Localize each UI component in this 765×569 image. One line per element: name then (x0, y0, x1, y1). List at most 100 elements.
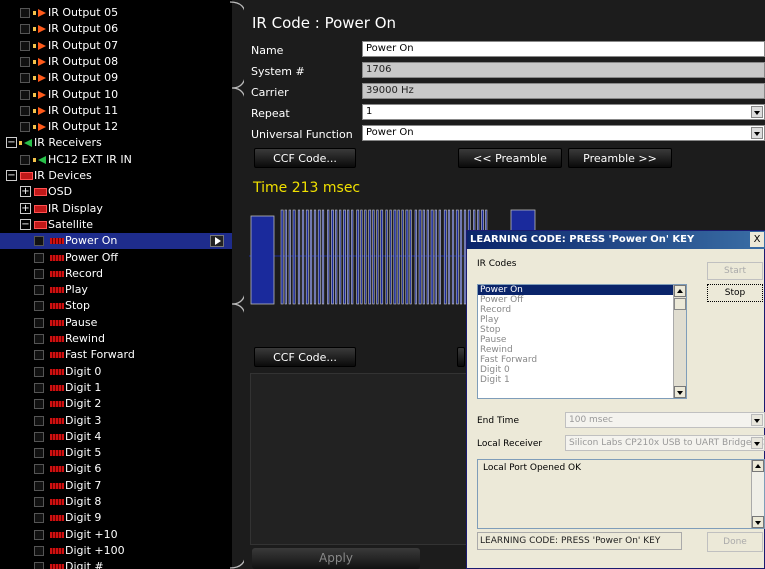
tree-item[interactable]: − IR Receivers (0, 135, 232, 151)
checkbox[interactable] (34, 236, 44, 247)
tree-item[interactable]: Digit 2 (0, 396, 232, 412)
checkbox[interactable] (20, 105, 30, 116)
universal-function-select[interactable]: Power On (362, 125, 765, 141)
tree-item[interactable]: Stop (0, 298, 232, 314)
checkbox[interactable] (34, 317, 44, 328)
ir-code-list-item[interactable]: Pause (478, 335, 686, 345)
chevron-down-icon[interactable] (751, 414, 763, 426)
tree-item[interactable]: Digit +100 (0, 543, 232, 559)
tree-item[interactable]: − IR Devices (0, 168, 232, 184)
ir-code-list-item[interactable]: Digit 1 (478, 375, 686, 385)
tree-item[interactable]: Digit 8 (0, 494, 232, 510)
checkbox[interactable] (34, 285, 44, 296)
tree-item[interactable]: Power On (0, 233, 232, 250)
ir-code-list-item[interactable]: Power On (478, 285, 686, 295)
name-field[interactable]: Power On (362, 41, 765, 57)
repeat-select[interactable]: 1 (362, 104, 765, 120)
scroll-down-icon[interactable] (674, 386, 686, 398)
checkbox[interactable] (34, 480, 44, 491)
ccf-code-button-2[interactable]: CCF Code... (254, 347, 356, 367)
tree-item[interactable]: + IR Display (0, 201, 232, 217)
ir-code-list-item[interactable]: Play (478, 315, 686, 325)
end-time-select[interactable]: 100 msec (565, 412, 765, 428)
tree-item[interactable]: IR Output 10 (0, 87, 232, 103)
ir-code-list-item[interactable]: Fast Forward (478, 355, 686, 365)
preamble-prev-button-2[interactable] (457, 347, 465, 367)
tree-item[interactable]: IR Output 09 (0, 70, 232, 86)
chevron-down-icon[interactable] (751, 437, 763, 449)
checkbox[interactable] (34, 464, 44, 475)
collapse-icon[interactable]: − (6, 170, 17, 181)
tree-item[interactable]: Play (0, 282, 232, 298)
tree-item[interactable]: IR Output 06 (0, 21, 232, 37)
checkbox[interactable] (34, 513, 44, 524)
checkbox[interactable] (34, 545, 44, 556)
collapse-icon[interactable]: − (20, 218, 31, 230)
tree-item[interactable]: Digit 9 (0, 510, 232, 526)
checkbox[interactable] (34, 529, 44, 540)
checkbox[interactable] (20, 24, 30, 35)
tree-item[interactable]: IR Output 08 (0, 54, 232, 70)
tree-item[interactable]: + OSD (0, 184, 232, 200)
message-scrollbar[interactable] (751, 460, 764, 528)
tree-item[interactable]: IR Output 11 (0, 103, 232, 119)
tree-item[interactable]: Digit 6 (0, 461, 232, 477)
checkbox[interactable] (34, 366, 44, 377)
device-tree[interactable]: IR Output 05 IR Output 06 IR Output 07 IR O… (0, 0, 232, 569)
checkbox[interactable] (34, 382, 44, 393)
tree-item[interactable]: Power Off (0, 250, 232, 266)
preamble-prev-button[interactable]: << Preamble (458, 148, 562, 168)
checkbox[interactable] (20, 8, 30, 18)
ir-codes-list[interactable]: Power On Power Off Record Play Stop Pause Rewi… (477, 284, 687, 399)
tree-item[interactable]: − Satellite (0, 217, 232, 233)
scroll-up-icon[interactable] (674, 285, 686, 297)
checkbox[interactable] (34, 350, 44, 361)
local-receiver-select[interactable]: Silicon Labs CP210x USB to UART Bridge (… (565, 435, 765, 451)
ccf-code-button[interactable]: CCF Code... (254, 148, 356, 168)
scroll-up-icon[interactable] (752, 460, 764, 472)
checkbox[interactable] (34, 301, 44, 312)
checkbox[interactable] (34, 268, 44, 279)
tree-item[interactable]: Digit 7 (0, 478, 232, 494)
expand-icon[interactable]: + (20, 186, 31, 198)
tree-item[interactable]: Digit +10 (0, 527, 232, 543)
chevron-down-icon[interactable] (751, 127, 763, 139)
tree-item[interactable]: IR Output 07 (0, 38, 232, 54)
start-button[interactable]: Start (707, 262, 763, 280)
checkbox[interactable] (20, 73, 30, 84)
checkbox[interactable] (34, 448, 44, 459)
checkbox[interactable] (20, 89, 30, 100)
checkbox[interactable] (34, 399, 44, 410)
expand-icon[interactable]: + (20, 202, 31, 214)
play-icon[interactable] (210, 235, 224, 248)
checkbox[interactable] (20, 154, 30, 165)
checkbox[interactable] (34, 334, 44, 344)
checkbox[interactable] (34, 252, 44, 263)
apply-button[interactable]: Apply (252, 548, 420, 569)
tree-item[interactable]: Fast Forward (0, 347, 232, 363)
scrollbar[interactable] (673, 285, 686, 398)
tree-item[interactable]: IR Output 12 (0, 119, 232, 135)
tree-item[interactable]: Digit 0 (0, 364, 232, 380)
tree-item[interactable]: Digit # (0, 559, 232, 569)
ir-code-list-item[interactable]: Rewind (478, 345, 686, 355)
tree-item[interactable]: IR Output 05 (0, 5, 232, 21)
checkbox[interactable] (20, 56, 30, 67)
ir-code-list-item[interactable]: Stop (478, 325, 686, 335)
checkbox[interactable] (34, 562, 44, 569)
tree-item[interactable]: Pause (0, 315, 232, 331)
scroll-down-icon[interactable] (752, 516, 764, 528)
tree-item[interactable]: Digit 4 (0, 429, 232, 445)
tree-item[interactable]: Rewind (0, 331, 232, 347)
checkbox[interactable] (34, 415, 44, 426)
checkbox[interactable] (20, 40, 30, 51)
checkbox[interactable] (34, 431, 44, 442)
checkbox[interactable] (34, 497, 44, 507)
preamble-next-button[interactable]: Preamble >> (568, 148, 672, 168)
ir-code-list-item[interactable]: Record (478, 305, 686, 315)
ir-code-list-item[interactable]: Digit 0 (478, 365, 686, 375)
checkbox[interactable] (20, 122, 30, 133)
scroll-thumb[interactable] (674, 298, 686, 310)
ir-code-list-item[interactable]: Power Off (478, 295, 686, 305)
tree-item[interactable]: Record (0, 266, 232, 282)
